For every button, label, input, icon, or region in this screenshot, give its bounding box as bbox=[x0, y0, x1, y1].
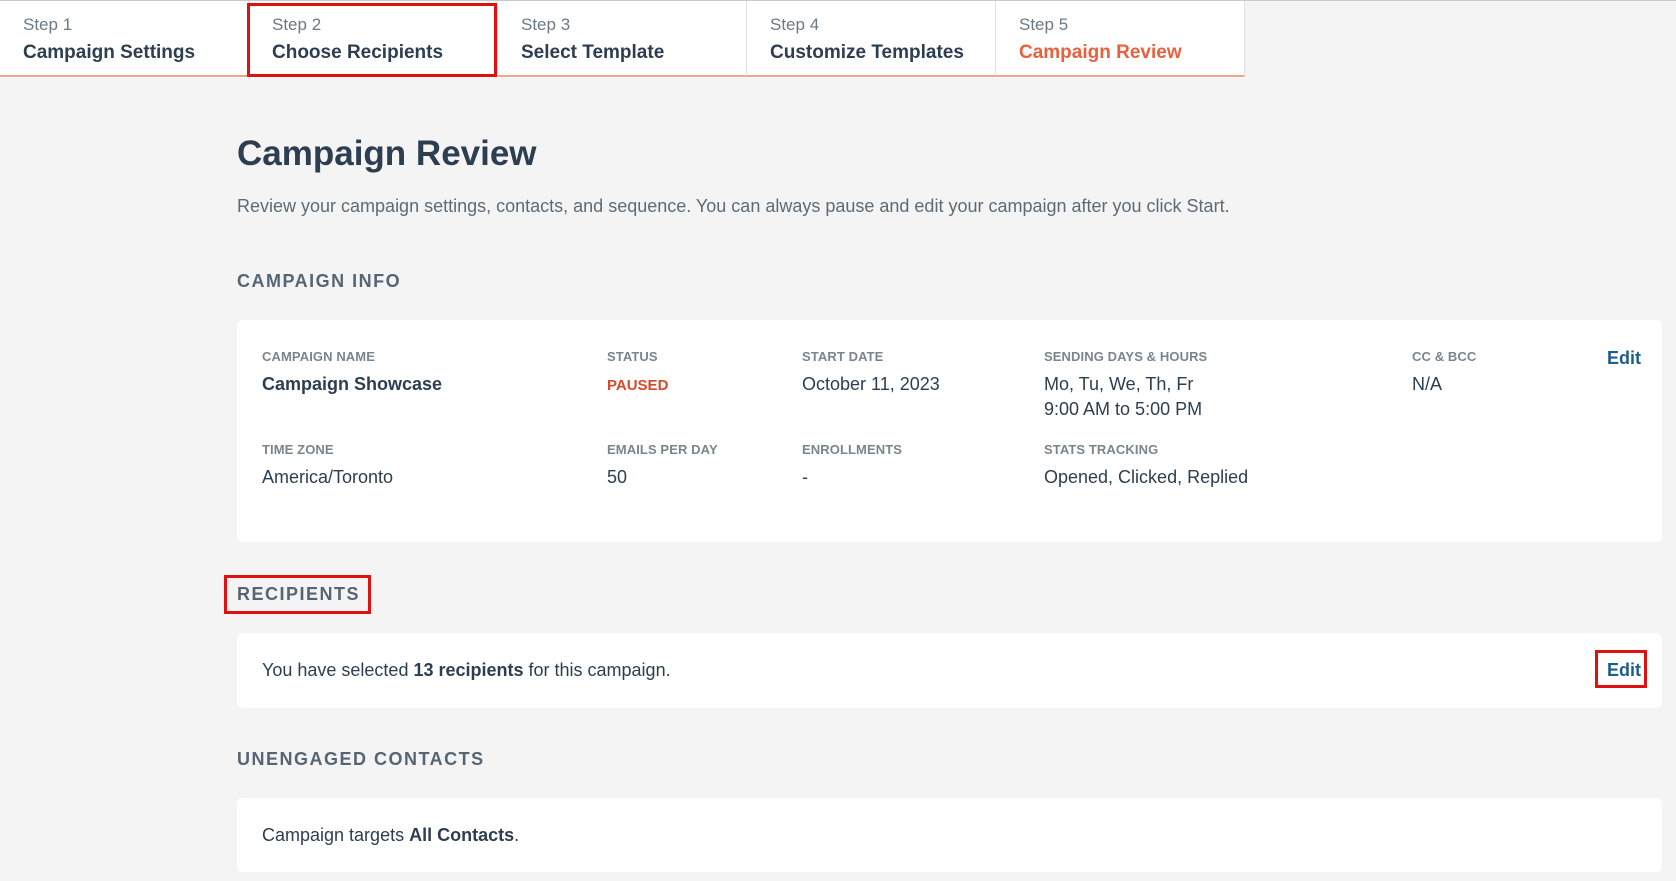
recipients-text-after: for this campaign. bbox=[523, 660, 671, 680]
step-number: Step 1 bbox=[23, 15, 73, 34]
unengaged-summary: Campaign targets All Contacts. bbox=[262, 825, 519, 846]
step-2-choose-recipients[interactable]: Step 2 Choose Recipients bbox=[249, 1, 498, 77]
step-navigation: Step 1 Campaign Settings Step 2 Choose R… bbox=[0, 0, 1676, 78]
step-5-campaign-review[interactable]: Step 5 Campaign Review bbox=[996, 1, 1245, 77]
campaign-name-value: Campaign Showcase bbox=[262, 374, 443, 394]
time-zone-label: TIME ZONE bbox=[262, 442, 334, 457]
sending-hours-value: 9:00 AM to 5:00 PM bbox=[1044, 399, 1203, 419]
step-number: Step 4 bbox=[770, 15, 820, 34]
time-zone-value: America/Toronto bbox=[262, 467, 394, 487]
status-label: STATUS bbox=[607, 349, 658, 364]
recipients-summary: You have selected 13 recipients for this… bbox=[262, 660, 671, 681]
step-title: Choose Recipients bbox=[272, 42, 444, 63]
campaign-info-heading: CAMPAIGN INFO bbox=[237, 271, 402, 291]
enrollments-label: ENROLLMENTS bbox=[802, 442, 903, 457]
stats-tracking-value: Opened, Clicked, Replied bbox=[1044, 467, 1249, 487]
stats-tracking-label: STATS TRACKING bbox=[1044, 442, 1159, 457]
page-title: Campaign Review bbox=[237, 134, 537, 173]
start-date-value: October 11, 2023 bbox=[802, 374, 940, 394]
unengaged-text-after: . bbox=[514, 825, 520, 845]
step-1-campaign-settings[interactable]: Step 1 Campaign Settings bbox=[0, 1, 249, 77]
sending-days-value: Mo, Tu, We, Th, Fr bbox=[1044, 374, 1194, 394]
cc-bcc-value: N/A bbox=[1412, 374, 1443, 394]
campaign-info-card: CAMPAIGN NAME Campaign Showcase STATUS P… bbox=[237, 320, 1662, 542]
cc-bcc-label: CC & BCC bbox=[1412, 349, 1477, 364]
status-badge: PAUSED bbox=[607, 377, 669, 394]
step-number: Step 3 bbox=[521, 15, 571, 34]
start-date-label: START DATE bbox=[802, 349, 884, 364]
step-3-select-template[interactable]: Step 3 Select Template bbox=[498, 1, 747, 77]
step-title: Customize Templates bbox=[770, 42, 964, 63]
recipients-count: 13 recipients bbox=[413, 660, 524, 680]
steps-list: Step 1 Campaign Settings Step 2 Choose R… bbox=[0, 1, 1245, 78]
step-number: Step 5 bbox=[1019, 15, 1069, 34]
unengaged-text-before: Campaign targets bbox=[262, 825, 410, 845]
campaign-info-edit-button[interactable]: Edit bbox=[1607, 348, 1641, 369]
step-title: Select Template bbox=[521, 42, 665, 63]
step-number: Step 2 bbox=[272, 15, 322, 34]
emails-per-day-label: EMAILS PER DAY bbox=[607, 442, 718, 457]
recipients-text-before: You have selected bbox=[262, 660, 414, 680]
step-4-customize-templates[interactable]: Step 4 Customize Templates bbox=[747, 1, 996, 77]
page-subtitle: Review your campaign settings, contacts,… bbox=[237, 196, 1230, 216]
unengaged-target: All Contacts bbox=[409, 825, 515, 845]
step-title: Campaign Review bbox=[1019, 42, 1182, 63]
step-title: Campaign Settings bbox=[23, 42, 196, 63]
recipients-card: You have selected 13 recipients for this… bbox=[237, 633, 1662, 708]
recipients-edit-button[interactable]: Edit bbox=[1607, 660, 1641, 681]
recipients-heading: RECIPIENTS bbox=[237, 584, 361, 604]
enrollments-value: - bbox=[802, 467, 808, 487]
emails-per-day-value: 50 bbox=[607, 467, 628, 487]
sending-days-hours-label: SENDING DAYS & HOURS bbox=[1044, 349, 1208, 364]
unengaged-contacts-card: Campaign targets All Contacts. bbox=[237, 798, 1662, 872]
unengaged-contacts-heading: UNENGAGED CONTACTS bbox=[237, 749, 485, 769]
campaign-name-label: CAMPAIGN NAME bbox=[262, 349, 375, 364]
